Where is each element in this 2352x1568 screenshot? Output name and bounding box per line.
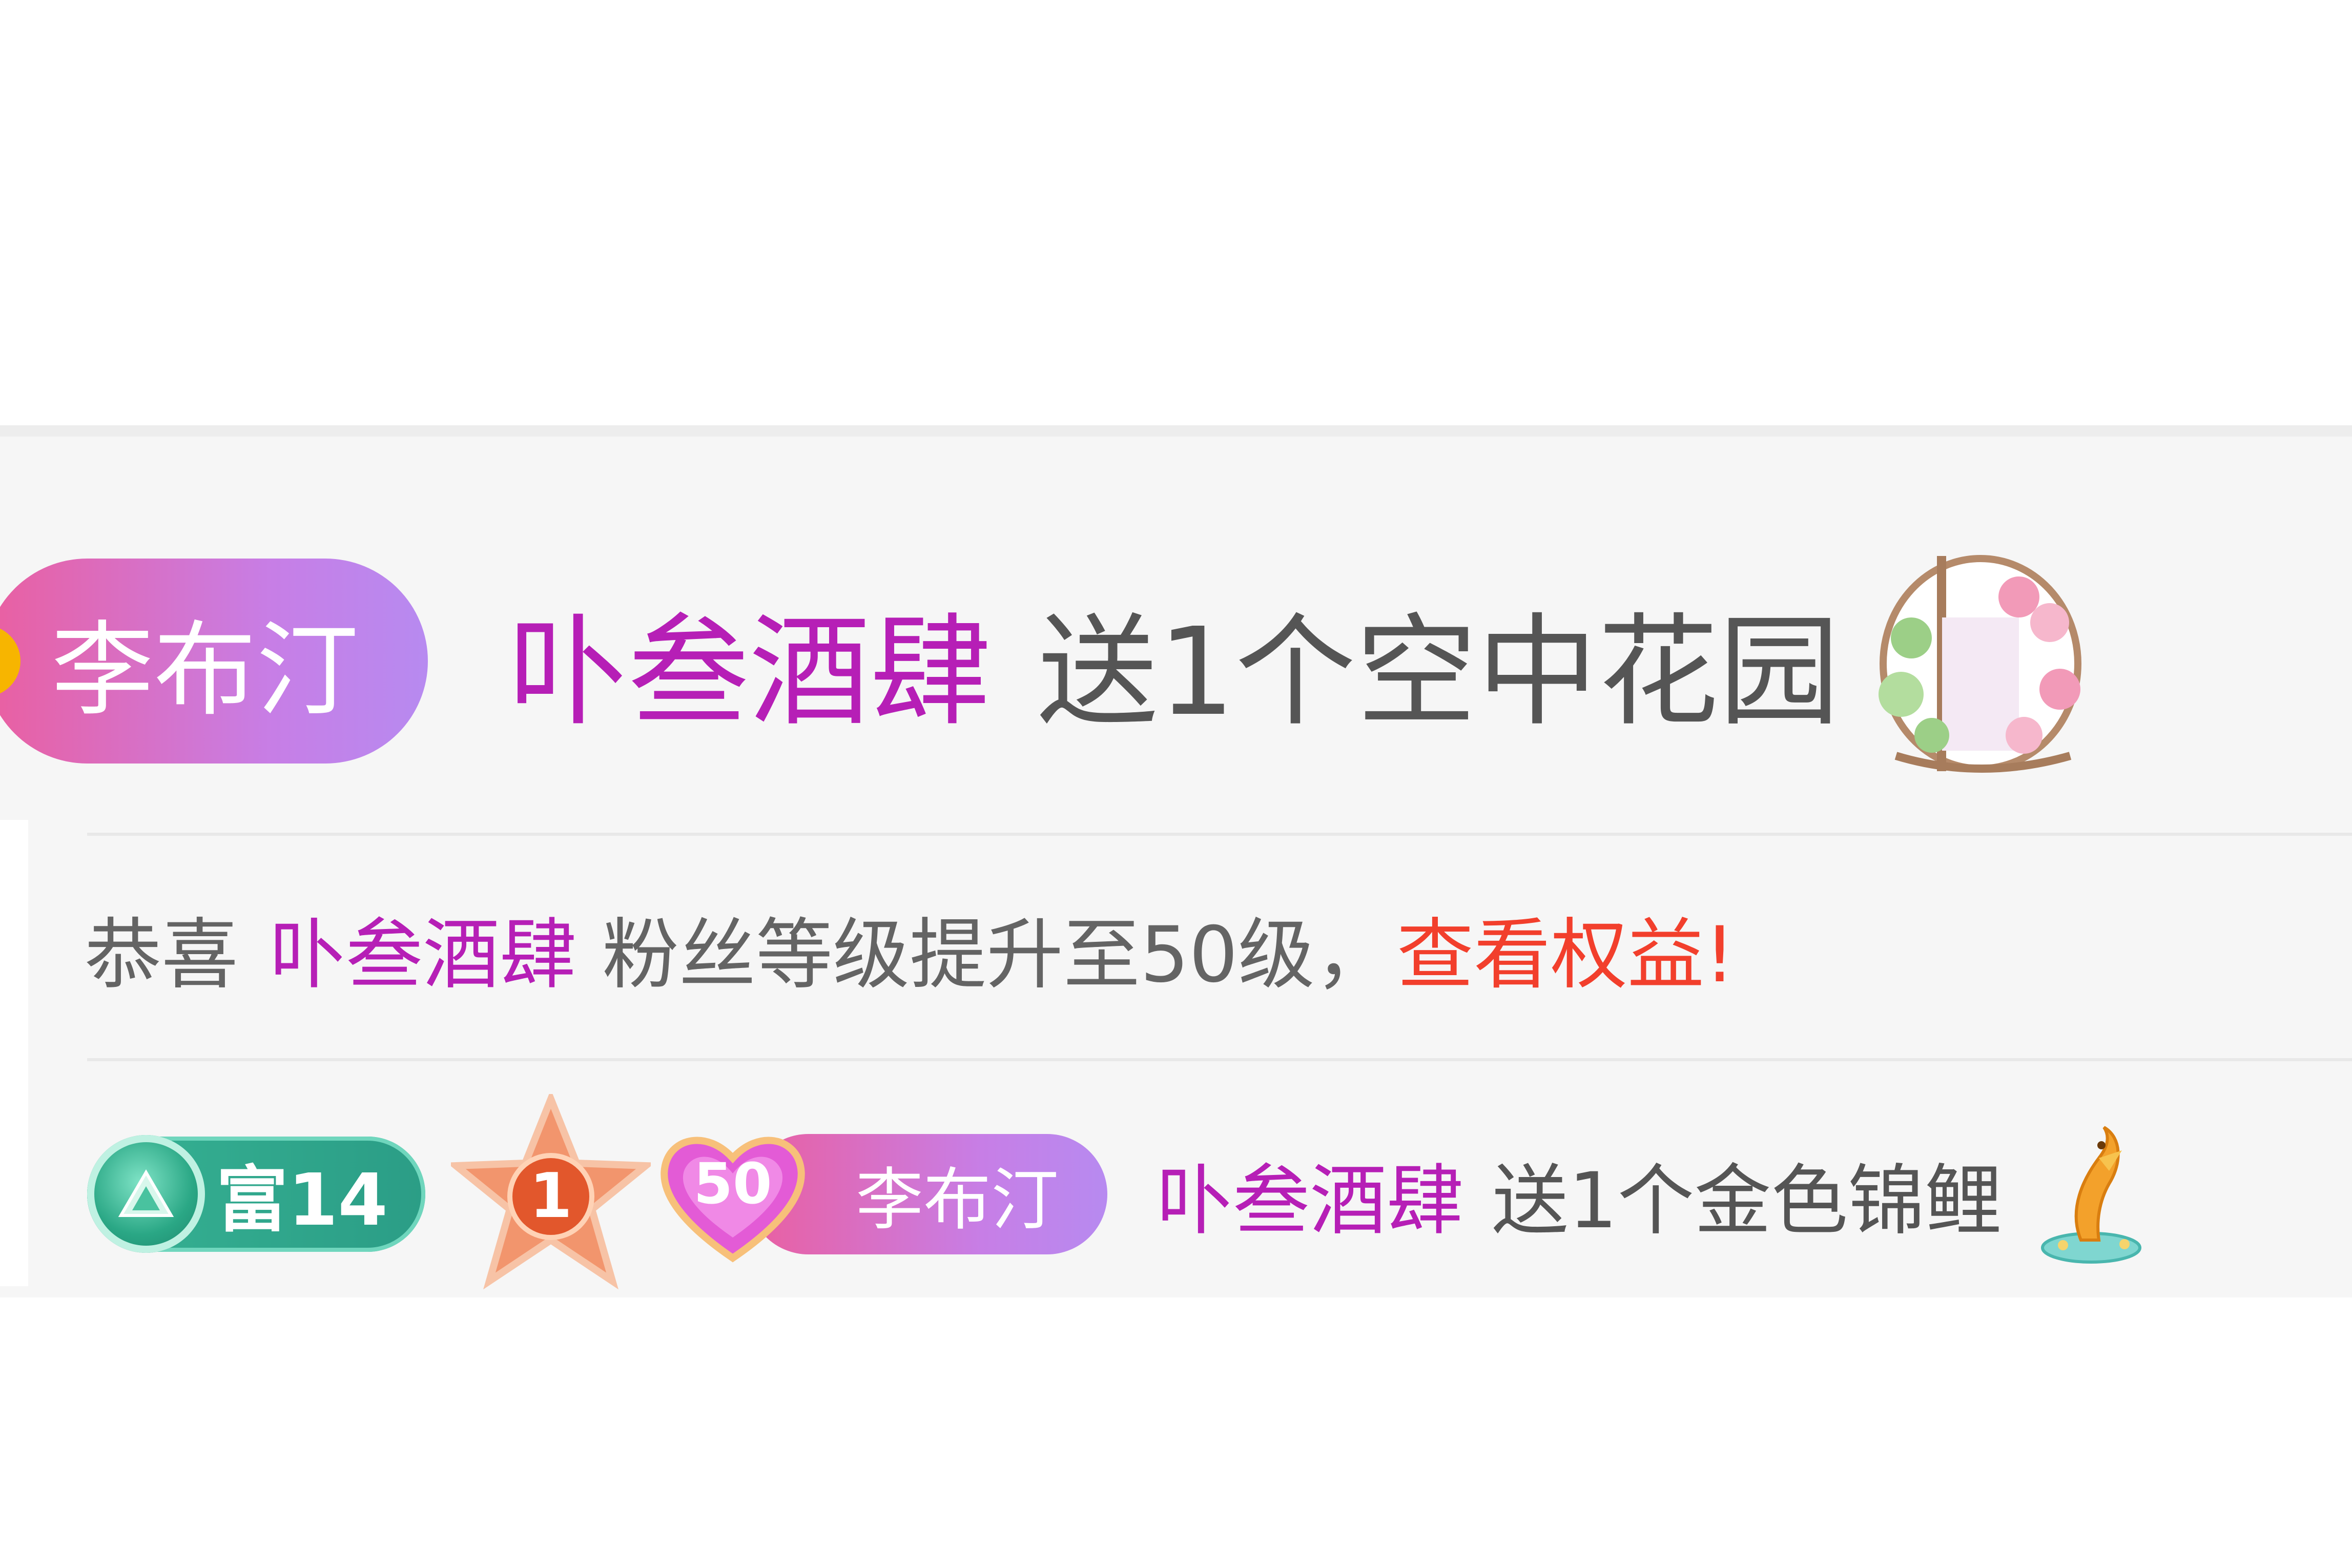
star-level-badge[interactable]: 1 [446, 1089, 655, 1294]
sender-name[interactable]: 卟叁酒肆 [507, 573, 991, 749]
message-divider [87, 1058, 2352, 1061]
panel-left-edge [0, 820, 28, 1286]
level-up-text: 粉丝等级提升至50级， [602, 910, 1392, 1000]
level-up-user[interactable]: 卟叁酒肆 [269, 893, 576, 1004]
rich-gem-icon [87, 1135, 205, 1253]
congrats-prefix: 恭喜 [85, 910, 239, 1000]
rich-level-badge[interactable]: 富14 [87, 1135, 425, 1253]
message-divider [87, 833, 2352, 836]
gift-text: 送1个金色锦鲤 [1492, 1156, 2002, 1246]
sky-garden-gift-icon [1865, 541, 2096, 781]
view-benefits-link[interactable]: 查看权益! [1397, 893, 1735, 1004]
fan-badge-icon [0, 625, 20, 697]
fan-level-heart-badge[interactable]: 50 [656, 1122, 810, 1266]
level-up-message: 恭喜 卟叁酒肆 粉丝等级提升至50级， 查看权益! [85, 886, 1735, 1009]
star-level-number: 1 [529, 1161, 572, 1232]
fan-badge-pill[interactable]: 李布汀 [0, 559, 428, 764]
golden-koi-gift-icon [2032, 1122, 2150, 1266]
fan-level-number: 50 [693, 1151, 772, 1216]
gift-message-2: 富14 1 50 李布汀 卟叁酒肆 送1个金色锦鲤 [87, 1089, 2150, 1294]
sender-name[interactable]: 卟叁酒肆 [1156, 1139, 1463, 1250]
gift-message-1: 李布汀 卟叁酒肆 送1个空中花园 [0, 553, 2096, 773]
fan-badge-name: 李布汀 [51, 611, 359, 730]
fan-badge-name: 李布汀 [856, 1160, 1059, 1240]
gift-text: 送1个空中花园 [1037, 602, 1840, 742]
rich-level-text: 富14 [216, 1159, 388, 1242]
